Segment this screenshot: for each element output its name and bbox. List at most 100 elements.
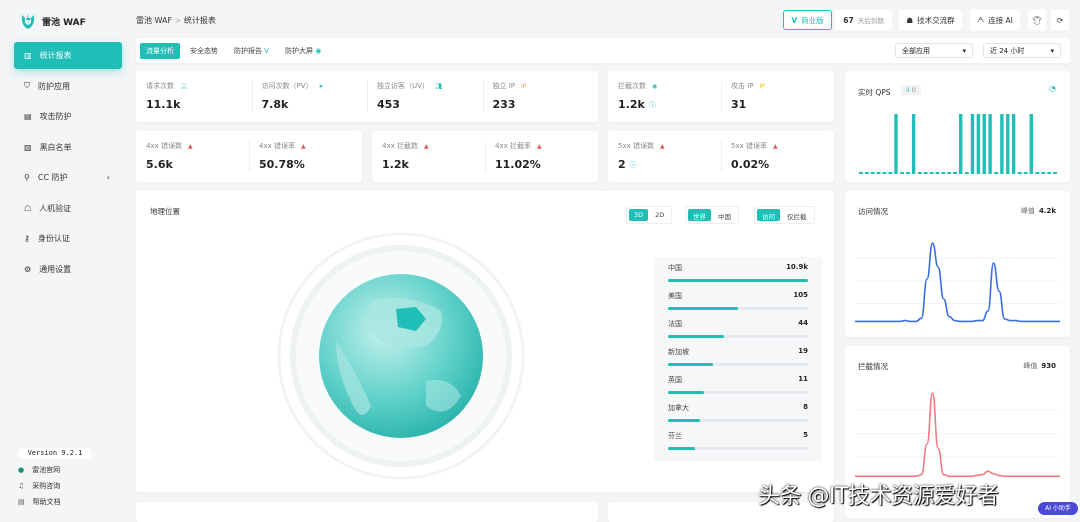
qps-bar — [917, 172, 922, 174]
shield-dot-icon: ● — [18, 466, 25, 474]
info-icon[interactable]: ⓘ — [649, 100, 656, 110]
robot-icon: ☖ — [24, 203, 32, 213]
send-icon: ➤ — [318, 82, 324, 90]
qps-bar — [1047, 172, 1052, 174]
stat-value: 50.78% — [259, 158, 305, 171]
footer-link-1[interactable]: ♫ 采购咨询 — [18, 481, 60, 491]
toggle-china[interactable]: 中国 — [713, 209, 736, 221]
edition-icon: V — [791, 15, 798, 25]
globe — [277, 232, 525, 480]
sidebar-item-0[interactable]: ▥ 统计报表 — [14, 42, 122, 69]
ip-icon: IP — [759, 82, 765, 90]
logout-button[interactable]: ⟳ — [1051, 10, 1069, 30]
stat-item: 攻击 IP IP 31 — [721, 71, 834, 122]
sidebar-item-label: 防护应用 — [38, 81, 70, 91]
qps-badge: ıl 0 — [901, 85, 921, 95]
peak-label: 峰值 — [1020, 207, 1035, 215]
footer-link-label: 采购咨询 — [32, 482, 61, 490]
blocks-peak: 峰值 930 — [1023, 361, 1056, 371]
edition-button[interactable]: V 商业版 — [783, 10, 832, 30]
stat-label: 请求次数 — [146, 82, 174, 90]
country-value: 5 — [803, 431, 808, 439]
blocks-chart — [855, 392, 1060, 478]
tab-security[interactable]: 安全态势 — [184, 43, 224, 59]
blocks-title: 拦截情况 — [858, 362, 888, 371]
range-select[interactable]: 近 24 小时 ▾ — [983, 43, 1061, 58]
country-value: 11 — [798, 375, 808, 383]
stat-value: 5.6k — [146, 158, 173, 171]
qps-bar — [994, 172, 999, 174]
sidebar-item-1[interactable]: ⛉ 防护应用 — [14, 73, 122, 100]
stat-item: 4xx 错误率 ▲ 50.78% — [249, 131, 362, 182]
tab-report[interactable]: 防护报告 V — [228, 43, 275, 59]
qps-bar — [859, 172, 863, 174]
sidebar-item-label: CC 防护 — [37, 173, 68, 182]
license-expiry: 67 天后到期 — [835, 10, 892, 30]
peak-label: 峰值 — [1023, 362, 1038, 370]
sidebar-item-5[interactable]: ☖ 人机验证 — [14, 195, 122, 222]
shirt-button[interactable]: 👕︎ — [1028, 10, 1046, 30]
qps-title: 实时 QPS — [858, 88, 891, 97]
stat-item: 5xx 错误数 ▲ 2 ⓘ — [608, 131, 721, 182]
sidebar-item-label: 攻击防护 — [39, 112, 72, 121]
ai-assistant-button[interactable]: AI 小助手 — [1038, 502, 1078, 515]
qps-bar — [941, 172, 946, 174]
toggle-visit[interactable]: 访问 — [757, 209, 780, 221]
stat-label: 4xx 错误率 — [259, 142, 295, 150]
watermark: 头条 @IT技术资源爱好者 — [758, 484, 999, 509]
country-name: 新加坡 — [668, 348, 689, 356]
qps-bar — [959, 114, 963, 174]
stat-label: 访问次数（PV） — [261, 82, 313, 90]
qps-bar — [882, 172, 887, 174]
sidebar-item-6[interactable]: ⚷ 身份认证 — [14, 225, 122, 252]
sidebar-item-3[interactable]: ▧ 黑白名单 — [14, 134, 122, 161]
footer-link-0[interactable]: ● 雷池官网 — [18, 465, 60, 475]
sidebar-item-7[interactable]: ⚙ 通用设置 — [14, 256, 122, 283]
user-icon: 👤︎ — [180, 82, 188, 90]
toggle-3d[interactable]: 3D — [629, 209, 649, 221]
alert-icon: ▲ — [300, 142, 306, 150]
toggle-2d[interactable]: 2D — [650, 209, 669, 221]
breadcrumb-separator: > — [174, 16, 182, 25]
country-bar-fill — [668, 391, 705, 394]
qps-bar — [923, 172, 928, 174]
stat-item: 4xx 拦截率 ▲ 11.02% — [485, 131, 598, 182]
country-value: 105 — [793, 291, 808, 299]
country-value: 19 — [798, 347, 808, 355]
logo[interactable]: 雷池 WAF — [20, 12, 86, 30]
country-row: 中国 10.9k — [668, 263, 808, 291]
stat-label: 4xx 拦截数 — [382, 142, 418, 150]
country-name: 芬兰 — [668, 432, 682, 440]
breadcrumb-root[interactable]: 雷池 WAF — [136, 16, 172, 25]
pin-icon: ⚲ — [24, 173, 30, 182]
qps-bar — [1017, 172, 1022, 174]
stat-value: 453 — [377, 98, 400, 111]
tab-traffic[interactable]: 流量分析 — [140, 42, 180, 59]
connect-ai-label: 连接 AI — [988, 15, 1013, 25]
qps-bar — [906, 172, 910, 174]
stat-item: 独立 IP IP 233 — [483, 71, 599, 122]
qps-bar — [970, 114, 975, 174]
qps-badge-value: 0 — [911, 86, 916, 94]
country-bar-fill — [668, 447, 695, 450]
toggle-world[interactable]: 世界 — [688, 209, 711, 221]
qps-bar — [988, 114, 992, 174]
visits-card: 访问情况 峰值 4.2k — [845, 191, 1070, 337]
refresh-icon[interactable]: ◔ — [1049, 84, 1056, 93]
stat-value: 11.02% — [495, 158, 541, 171]
qps-bar — [1035, 172, 1040, 174]
sidebar-item-2[interactable]: ▤ 攻击防护 — [14, 103, 122, 130]
info-icon[interactable]: ⓘ — [630, 160, 637, 170]
sidebar: 雷池 WAF ▥ 统计报表 ⛉ 防护应用 ▤ 攻击防护 ▧ 黑白名单 ⚲ CC 防护 › ☖ 人机验证 ⚷… — [0, 0, 130, 518]
peak-value: 930 — [1041, 362, 1056, 370]
country-bar-track — [668, 419, 808, 422]
sidebar-item-4[interactable]: ⚲ CC 防护 › — [14, 164, 122, 191]
qps-bar — [894, 114, 898, 174]
tab-screen[interactable]: 防护大屏 ◉ — [279, 43, 327, 59]
footer-link-2[interactable]: ▤ 帮助文档 — [18, 497, 61, 507]
community-button[interactable]: ☗ 技术交流群 — [899, 10, 962, 30]
app-select[interactable]: 全部应用 ▾ — [895, 43, 973, 58]
toggle-blocked-only[interactable]: 仅拦截 — [782, 209, 812, 221]
region-toggle: 世界 中国 — [685, 206, 739, 224]
connect-ai-button[interactable]: ᗅ 连接 AI — [970, 10, 1020, 30]
